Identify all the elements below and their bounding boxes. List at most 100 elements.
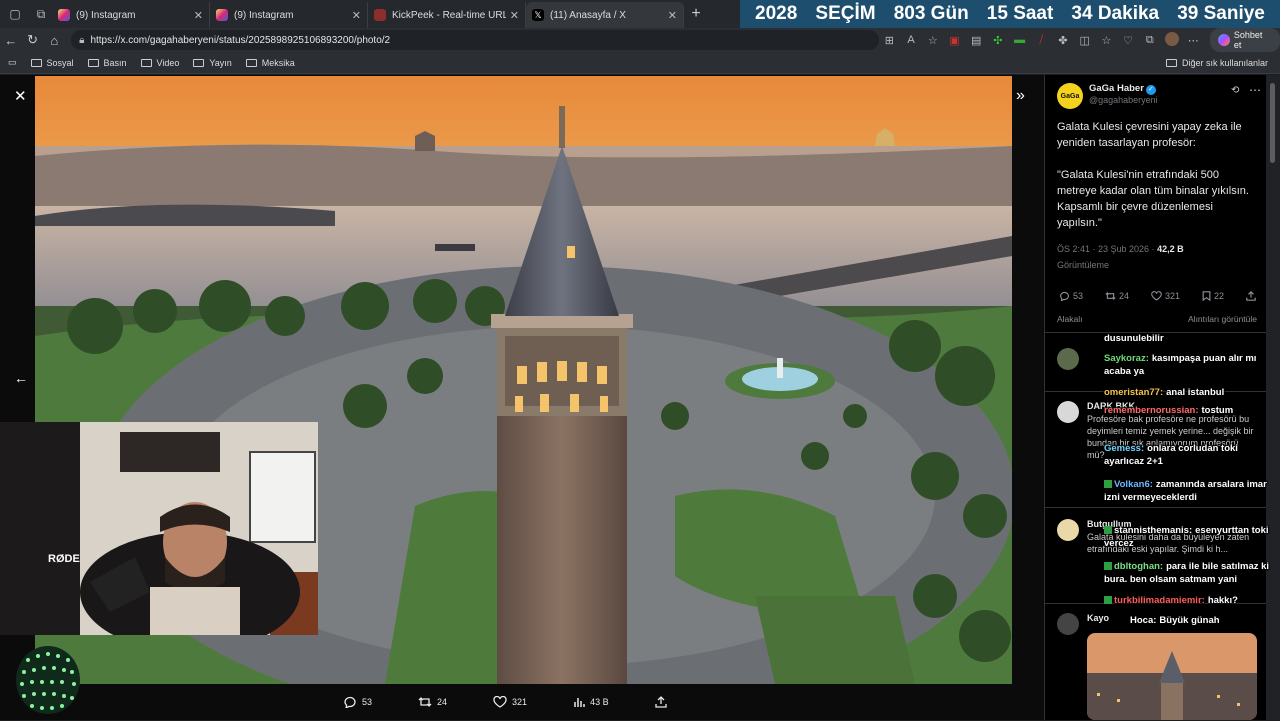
bookmark-label: Meksika	[261, 57, 295, 68]
subscriber-badge-icon	[1104, 596, 1112, 605]
avatar[interactable]: GaGa	[1057, 83, 1083, 109]
folder-icon	[140, 58, 152, 67]
more-options-icon[interactable]: ⋯	[1249, 83, 1261, 97]
bookmark-folder-sosyal[interactable]: Sosyal	[30, 58, 74, 68]
extensions-icon[interactable]: ✤	[1052, 34, 1074, 47]
previous-photo-icon[interactable]: ←	[14, 370, 28, 386]
tab-actions-icon[interactable]: ⧉	[30, 3, 52, 25]
bookmark-folder-yayin[interactable]: Yayın	[193, 57, 232, 68]
tab-title: KickPeek - Real-time URL Crawler	[392, 9, 506, 21]
favorites-icon[interactable]: ☆	[1096, 34, 1118, 47]
extension-icon-2[interactable]: ▤	[965, 34, 987, 47]
collapse-panel-icon[interactable]: »	[1016, 87, 1025, 105]
reply-count: 53	[1073, 291, 1084, 301]
chat-message: omeristan77: anal istanbul	[1104, 386, 1274, 399]
bookmark-button[interactable]: 22	[1202, 291, 1224, 301]
reply-sort-bar: Alakalı Alıntıları görüntüle	[1057, 314, 1257, 324]
tweet-views-count: 42,2 B	[1157, 244, 1184, 254]
extension-icon-1[interactable]: ▣	[944, 34, 966, 47]
views-count: 43 B	[590, 697, 609, 707]
author-block[interactable]: GaGa Haber ✓ @gagahaberyeni	[1089, 83, 1158, 109]
tab-title: (11) Anasayfa / X	[550, 9, 626, 21]
countdown-seconds: 39 Saniye	[1177, 3, 1265, 24]
repost-count: 24	[437, 697, 448, 707]
collections-icon[interactable]: ⧉	[1139, 34, 1161, 47]
bookmark-folder-basin[interactable]: Basın	[87, 58, 127, 68]
split-screen-icon[interactable]: ◫	[1074, 34, 1096, 47]
views-button[interactable]: 43 B	[573, 696, 609, 708]
performance-icon[interactable]: ♡	[1117, 34, 1139, 47]
share-button[interactable]	[1246, 291, 1259, 301]
profile-avatar[interactable]	[1161, 31, 1183, 49]
scrollbar-thumb[interactable]	[1270, 83, 1275, 163]
repost-icon	[1105, 292, 1116, 300]
chat-username: remembernorussian:	[1104, 405, 1199, 416]
election-countdown-banner: 2028 SEÇİM 803 Gün 15 Saat 34 Dakika 39 …	[740, 0, 1280, 28]
bookmark-folder-video[interactable]: Video	[140, 58, 179, 68]
read-aloud-icon[interactable]: A	[900, 34, 922, 46]
avatar	[1057, 519, 1079, 541]
reply-button[interactable]: 53	[343, 696, 372, 708]
app-available-icon[interactable]: ⊞	[879, 34, 901, 47]
new-tab-button[interactable]: +	[684, 5, 708, 23]
tweet-time[interactable]: ÖS 2:41 · 23 Şub 2026 ·	[1057, 244, 1157, 254]
extension-icon-4[interactable]: ▬	[1009, 34, 1031, 46]
sort-dropdown[interactable]: Alakalı	[1057, 314, 1083, 324]
repost-button[interactable]: 24	[1105, 291, 1129, 301]
back-icon[interactable]: ←	[0, 33, 22, 48]
address-input[interactable]: 🔒︎ https://x.com/gagahaberyeni/status/20…	[71, 30, 879, 50]
close-tab-icon[interactable]: ✕	[668, 9, 677, 22]
close-tab-icon[interactable]: ✕	[352, 9, 361, 22]
share-icon	[654, 696, 667, 708]
reply-icon	[344, 696, 356, 708]
home-icon[interactable]: ⌂	[43, 33, 65, 48]
close-icon[interactable]: ✕	[14, 87, 27, 105]
countdown-minutes: 34 Dakika	[1071, 3, 1160, 24]
chat-message: Volkan6: zamanında arsalara imar izni ver…	[1104, 478, 1274, 504]
tweet-views-label: Görüntüleme	[1057, 260, 1110, 270]
bookmark-folder-meksika[interactable]: Meksika	[245, 57, 295, 68]
bookmark-label: Yayın	[209, 57, 232, 68]
other-bookmarks[interactable]: Diğer sık kullanılanlar	[1165, 58, 1268, 68]
tab-instagram-2[interactable]: (9) Instagram ✕	[210, 2, 368, 28]
folder-icon	[245, 58, 257, 67]
divider	[1045, 507, 1266, 508]
copilot-label: Sohbet et	[1233, 30, 1263, 50]
grok-icon[interactable]: ⟲	[1231, 85, 1239, 96]
close-tab-icon[interactable]: ✕	[194, 9, 203, 22]
chat-username: dbltoghan:	[1114, 561, 1164, 572]
close-tab-icon[interactable]: ✕	[510, 9, 519, 22]
reply-attached-image[interactable]	[1087, 633, 1257, 720]
favorite-star-icon[interactable]: ☆	[922, 34, 944, 47]
bookmarks-menu-icon[interactable]: ▭	[8, 57, 17, 68]
folder-icon	[30, 58, 42, 67]
tweet-text: Galata Kulesi çevresini yapay zeka ile y…	[1057, 121, 1249, 229]
chat-username: Gemess:	[1104, 443, 1145, 454]
share-button[interactable]	[654, 696, 672, 708]
repost-button[interactable]: 24	[418, 696, 447, 708]
like-button[interactable]: 321	[1151, 291, 1180, 301]
chat-text: Büyük günah	[1159, 615, 1220, 626]
tweet-header: GaGa GaGa Haber ✓ @gagahaberyeni	[1057, 83, 1158, 109]
tab-kickpeek[interactable]: KickPeek - Real-time URL Crawler ✕	[368, 2, 526, 28]
refresh-icon[interactable]: ↻	[22, 32, 44, 48]
like-button[interactable]: 321	[493, 696, 527, 708]
tab-x-home[interactable]: 𝕏 (11) Anasayfa / X ✕	[526, 2, 684, 28]
chat-message: Gemess: onlara corludan toki ayarlıcaz 2+…	[1104, 442, 1274, 468]
copilot-button[interactable]: Sohbet et	[1210, 28, 1280, 52]
extension-icon-3[interactable]: ✣	[987, 34, 1009, 47]
chat-username: stannisthemanis:	[1114, 525, 1193, 536]
workspaces-icon[interactable]: ▢	[4, 3, 26, 25]
extension-icon-5[interactable]: ⧸	[1030, 34, 1052, 47]
more-icon[interactable]: ⋯	[1182, 34, 1204, 47]
countdown-hours: 15 Saat	[986, 3, 1054, 24]
reply-button[interactable]: 53	[1059, 291, 1083, 301]
chat-username: turkbilimadamiemir:	[1114, 595, 1205, 606]
tab-instagram-1[interactable]: (9) Instagram ✕	[52, 2, 210, 28]
countdown-label: SEÇİM	[815, 3, 876, 24]
view-quotes-link[interactable]: Alıntıları görüntüle	[1188, 314, 1257, 324]
photo-action-bar: 53 24 321 43 B	[0, 684, 1044, 720]
copilot-icon	[1218, 34, 1230, 46]
heart-icon	[1151, 291, 1162, 301]
chat-username: Hoca:	[1130, 615, 1157, 626]
